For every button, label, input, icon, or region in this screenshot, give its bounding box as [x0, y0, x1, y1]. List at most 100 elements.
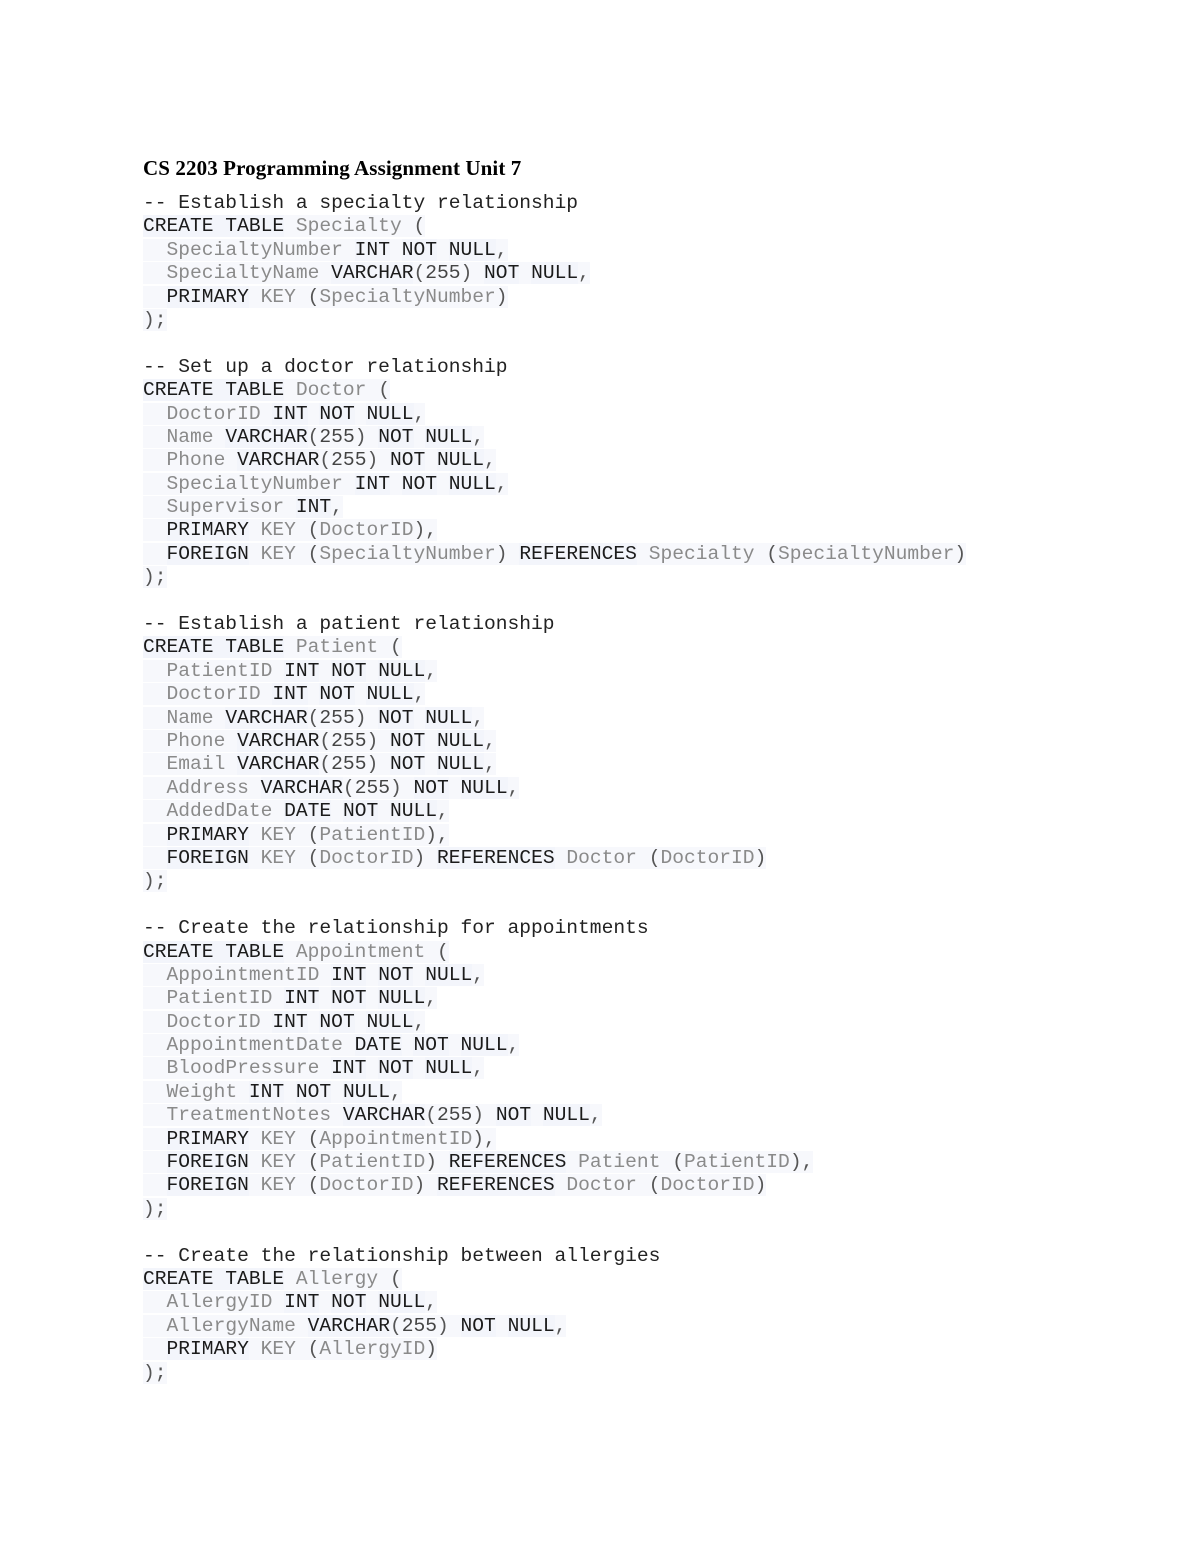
code-token-sp [295, 823, 308, 846]
code-token-sp [378, 753, 390, 776]
code-token-kw: NULL [448, 472, 496, 495]
code-token-pl: , [425, 1291, 438, 1314]
code-token-id: Phone [166, 729, 226, 752]
code-token-id: DoctorID [660, 846, 755, 869]
code-token-id: Specialty [648, 542, 755, 565]
code-token-sp [401, 1034, 414, 1057]
code-token-pl: ) [437, 1314, 449, 1337]
code-token-pl: , [413, 683, 426, 706]
code-token-id: KEY [260, 1127, 296, 1150]
code-token-sp [342, 472, 355, 495]
code-token-kw: NULL [389, 800, 438, 823]
code-token-sp [378, 1267, 390, 1290]
code-line: AllergyID INT NOT NULL, [143, 1291, 1143, 1314]
code-token-pl: ) [425, 1338, 438, 1361]
code-token-sp [425, 846, 438, 869]
code-token-kw: INT [272, 683, 308, 706]
code-line: FOREIGN KEY (PatientID) REFERENCES Patie… [143, 1151, 1143, 1174]
code-token-pl: ( [648, 846, 661, 869]
code-token-sp [143, 1057, 167, 1080]
code-token-pl: ) [389, 776, 402, 799]
code-token-kw: NOT [378, 963, 414, 986]
code-token-sp [401, 215, 414, 238]
code-token-sp [342, 238, 355, 261]
code-token-id: PatientID [683, 1151, 790, 1174]
code-token-sp [143, 1034, 167, 1057]
code-token-pl: ) [354, 425, 367, 448]
code-token-sp [378, 729, 390, 752]
code-token-kw: NULL [507, 1314, 555, 1337]
code-token-pl: , [589, 1104, 602, 1127]
code-token-kw: FOREIGN [166, 846, 249, 869]
code-token-sp [425, 753, 438, 776]
code-token-sp [143, 449, 167, 472]
code-token-kw: NULL [437, 753, 485, 776]
code-token-sp [143, 496, 167, 519]
code-token-sp [143, 1151, 167, 1174]
code-token-kw: VARCHAR [225, 425, 308, 448]
code-token-kw: VARCHAR [225, 706, 308, 729]
code-token-cm: -- Set up a doctor relationship [143, 355, 508, 378]
code-line: Email VARCHAR(255) NOT NULL, [143, 753, 1143, 776]
code-token-sp [295, 846, 308, 869]
code-token-sp [143, 1174, 167, 1197]
code-token-sp [366, 659, 379, 682]
code-token-sp [237, 1080, 249, 1103]
code-token-pl: ( [307, 823, 320, 846]
document-page: CS 2203 Programming Assignment Unit 7 --… [0, 0, 1200, 1553]
page-title: CS 2203 Programming Assignment Unit 7 [143, 156, 522, 181]
code-token-pl: , [437, 800, 449, 823]
code-line: -- Set up a doctor relationship [143, 356, 1143, 379]
code-token-kw: NULL [342, 1080, 390, 1103]
code-token-id: DoctorID [319, 846, 414, 869]
code-line: DoctorID INT NOT NULL, [143, 683, 1143, 706]
code-token-sp [554, 1174, 567, 1197]
code-token-kw: NOT [378, 706, 414, 729]
code-line: Supervisor INT, [143, 496, 1143, 519]
code-token-kw: CREATE TABLE [143, 379, 285, 402]
code-line: Name VARCHAR(255) NOT NULL, [143, 706, 1143, 730]
code-token-id: Patient [578, 1151, 661, 1174]
code-token-sp [425, 449, 438, 472]
code-token-sp [143, 1104, 167, 1127]
code-token-cm: -- Establish a patient relationship [143, 613, 555, 636]
code-token-sp [378, 449, 390, 472]
code-token-kw: INT [248, 1080, 285, 1103]
code-token-sp [319, 1057, 332, 1080]
code-token-id: Appointment [295, 940, 426, 963]
code-token-sp [143, 776, 167, 799]
code-token-sp [143, 425, 167, 448]
code-token-kw: NOT [413, 1034, 449, 1057]
code-token-sp [295, 519, 308, 542]
code-line: ); [143, 566, 1143, 589]
code-token-kw: NULL [366, 1010, 414, 1033]
code-token-kw: NULL [425, 706, 473, 729]
code-token-pl: , [484, 753, 496, 776]
code-token-pl: , [484, 449, 496, 472]
code-line: PRIMARY KEY (SpecialtyNumber) [143, 285, 1143, 309]
code-token-sp [448, 1034, 461, 1057]
code-token-id: PatientID [319, 823, 426, 846]
code-token-kw: NULL [460, 776, 508, 799]
code-token-pl: ( [672, 1151, 684, 1174]
code-token-sp [295, 1151, 308, 1174]
code-token-pl: ( [378, 379, 390, 402]
code-token-kw: CREATE TABLE [143, 1267, 285, 1290]
code-line: CREATE TABLE Doctor ( [143, 379, 1143, 402]
code-token-sp [143, 519, 167, 542]
code-token-pl: , [507, 1034, 520, 1057]
code-token-id: Doctor [566, 1174, 637, 1197]
code-token-sp [248, 1127, 261, 1150]
code-token-sp [284, 1080, 296, 1103]
code-token-sp [248, 776, 261, 799]
code-token-id: TreatmentNotes [166, 1104, 332, 1127]
code-token-id: PatientID [166, 659, 273, 682]
code-token-id: KEY [260, 542, 296, 565]
code-token-sp [425, 1174, 438, 1197]
code-line: DoctorID INT NOT NULL, [143, 1010, 1143, 1034]
code-token-pl: ( [389, 1267, 402, 1290]
code-token-sp [143, 238, 167, 261]
code-token-id: PatientID [166, 987, 273, 1010]
